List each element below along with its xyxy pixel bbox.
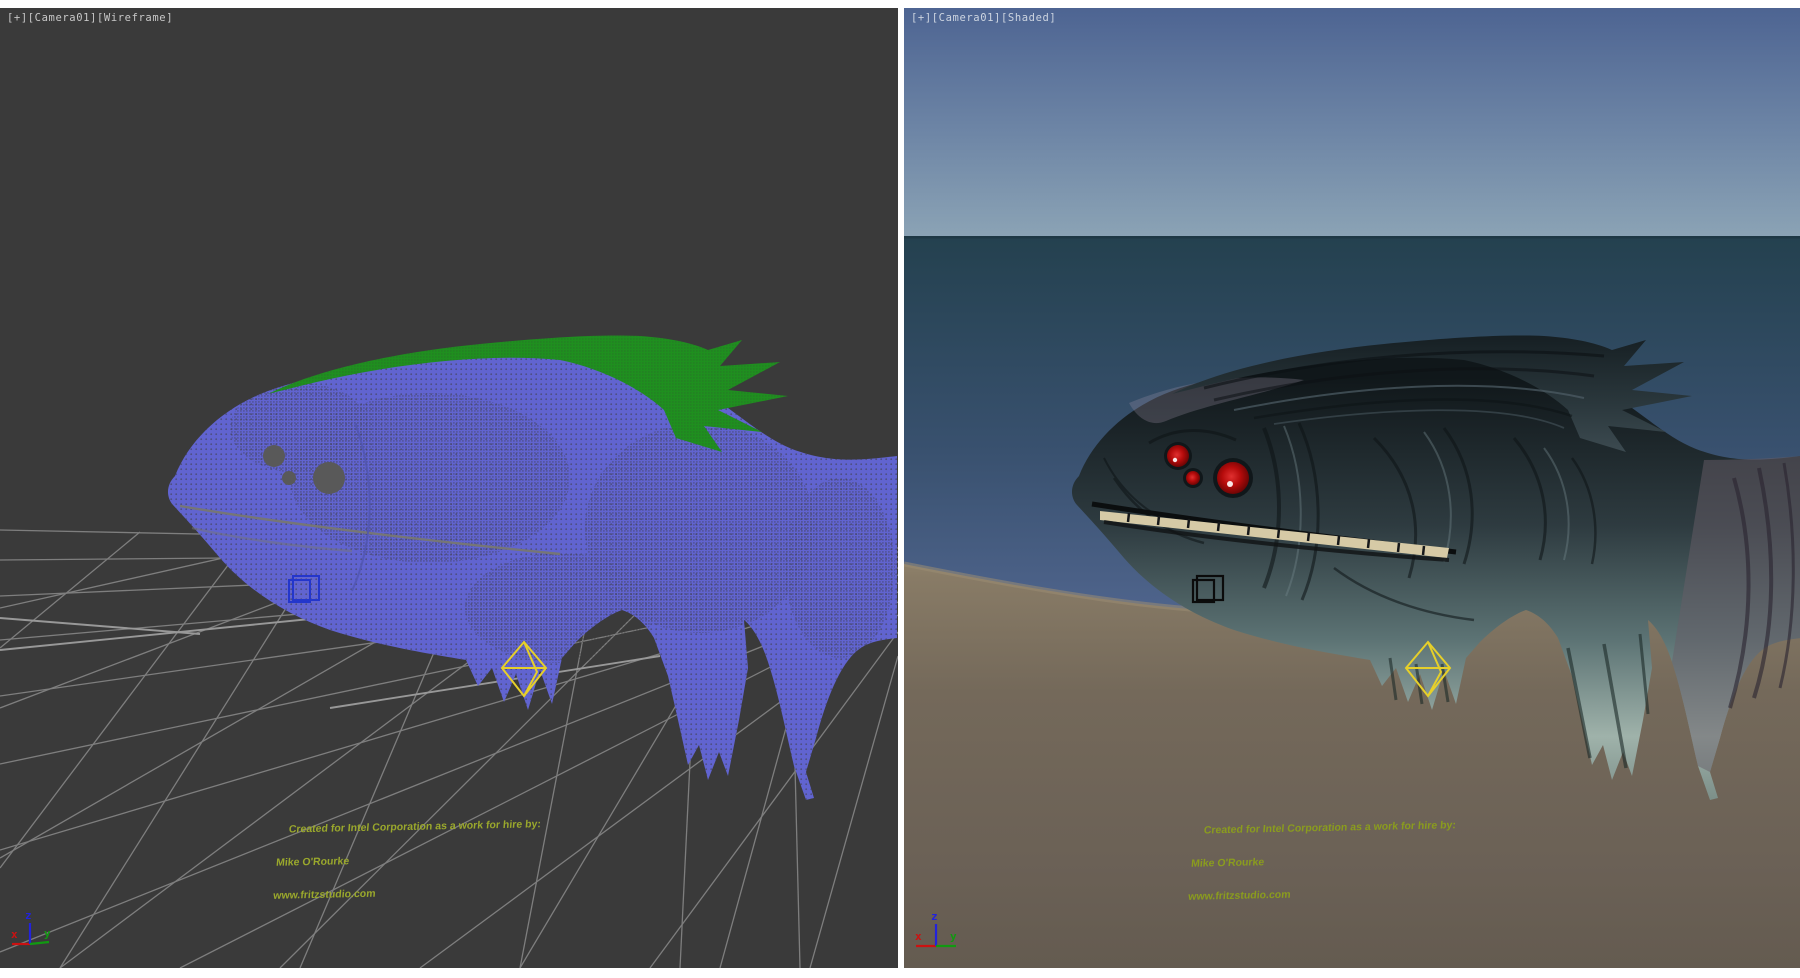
watermark-line1-right: Created for Intel Corporation as a work … [1203,820,1456,836]
axis-y-label-right: y [950,930,957,943]
axis-z-label-right: z [931,910,938,923]
viewport-label-wireframe[interactable]: [+][Camera01][Wireframe] [7,12,173,24]
watermark-line2-right: Mike O'Rourke [1191,853,1454,870]
watermark-line2: Mike O'Rourke [276,852,539,869]
viewport-shaded[interactable]: x z y [+][Camera01][Shaded] Created for … [904,8,1800,968]
watermark-left: Created for Intel Corporation as a work … [271,797,543,924]
axis-gizmo-left: x z y [11,909,51,944]
axis-y-label: y [44,927,51,940]
max-viewport-area: x z y [+][Camera01][Wireframe] Created f… [0,0,1800,978]
watermark-line3-right: www.fritzstudio.com [1188,886,1451,903]
watermark-right: Created for Intel Corporation as a work … [1186,798,1458,925]
watermark-line3: www.fritzstudio.com [273,885,536,902]
viewport-splitter[interactable] [898,0,904,978]
axis-z-label: z [25,909,32,922]
watermark-line1: Created for Intel Corporation as a work … [288,819,541,835]
axis-x-label: x [11,928,18,941]
viewport-label-shaded[interactable]: [+][Camera01][Shaded] [911,12,1056,24]
horizon-line [904,236,1800,239]
viewport-wireframe[interactable]: x z y [+][Camera01][Wireframe] Created f… [0,8,898,968]
sky-upper [904,8,1800,237]
fish-model-wireframe[interactable] [168,335,897,800]
axis-x-label-right: x [915,930,922,943]
